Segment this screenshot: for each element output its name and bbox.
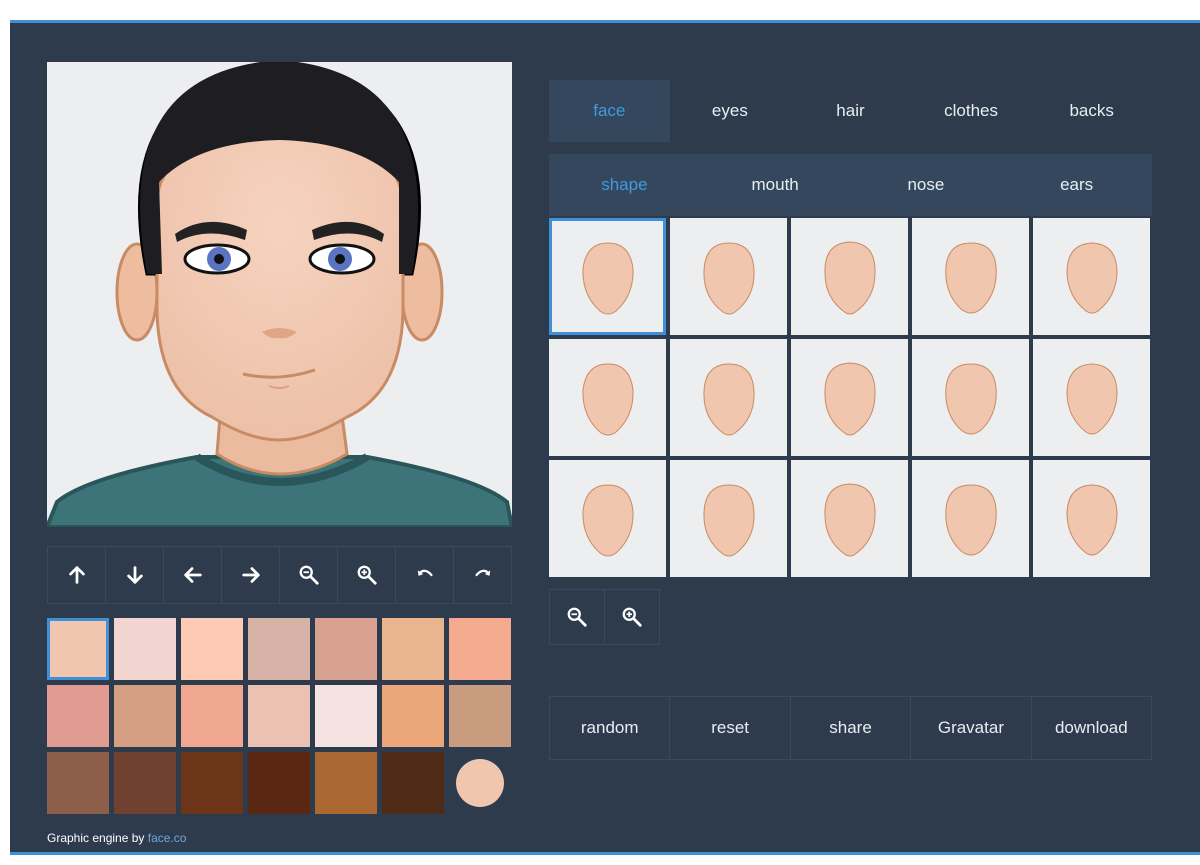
zoom-out-icon <box>567 607 587 627</box>
avatar-preview <box>47 62 512 527</box>
tab-hair[interactable]: hair <box>790 80 911 142</box>
move-down-button[interactable] <box>106 547 164 603</box>
face-shape-grid <box>549 218 1152 577</box>
zoom-out-button[interactable] <box>280 547 338 603</box>
face-shape-option[interactable] <box>1033 460 1150 577</box>
face-shape-option[interactable] <box>791 460 908 577</box>
skin-swatch[interactable] <box>248 752 310 814</box>
subtab-mouth[interactable]: mouth <box>700 154 851 216</box>
position-toolbar <box>47 546 512 604</box>
face-shape-icon <box>702 483 755 556</box>
zoom-out-icon <box>299 565 319 585</box>
shape-zoom-out-button[interactable] <box>550 590 605 644</box>
zoom-in-icon <box>622 607 642 627</box>
category-tabs: face eyes hair clothes backs <box>549 80 1152 142</box>
face-shape-icon <box>702 362 755 435</box>
skin-swatch[interactable] <box>47 618 109 680</box>
redo-button[interactable] <box>454 547 511 603</box>
face-shape-option[interactable] <box>1033 339 1150 456</box>
undo-button[interactable] <box>396 547 454 603</box>
skin-swatch[interactable] <box>248 685 310 747</box>
skin-swatch[interactable] <box>449 685 511 747</box>
face-shape-icon <box>823 361 876 435</box>
face-shape-icon <box>823 240 876 314</box>
skin-swatch[interactable] <box>47 752 109 814</box>
face-shape-icon <box>581 483 634 556</box>
random-button[interactable]: random <box>550 697 671 759</box>
face-shape-option[interactable] <box>670 460 787 577</box>
download-button[interactable]: download <box>1032 697 1151 759</box>
shape-zoom-in-button[interactable] <box>605 590 659 644</box>
face-shape-option[interactable] <box>912 339 1029 456</box>
shape-zoom-controls <box>549 589 660 645</box>
zoom-in-button[interactable] <box>338 547 396 603</box>
subtab-shape[interactable]: shape <box>549 154 700 216</box>
face-subtabs: shape mouth nose ears <box>549 154 1152 216</box>
tab-clothes[interactable]: clothes <box>911 80 1032 142</box>
face-shape-option[interactable] <box>670 218 787 335</box>
gravatar-button[interactable]: Gravatar <box>911 697 1032 759</box>
face-shape-icon <box>581 241 634 314</box>
face-shape-option[interactable] <box>791 218 908 335</box>
face-shape-icon <box>581 362 634 435</box>
move-right-button[interactable] <box>222 547 280 603</box>
face-shape-option[interactable] <box>912 460 1029 577</box>
skin-swatch[interactable] <box>315 752 377 814</box>
move-left-button[interactable] <box>164 547 222 603</box>
skin-swatch[interactable] <box>47 685 109 747</box>
zoom-in-icon <box>357 565 377 585</box>
skin-swatch[interactable] <box>382 618 444 680</box>
skin-swatch[interactable] <box>181 685 243 747</box>
skin-swatch[interactable] <box>114 752 176 814</box>
custom-color-picker[interactable] <box>449 752 511 814</box>
credit-text: Graphic engine by <box>47 831 148 845</box>
tab-face[interactable]: face <box>549 80 670 142</box>
subtab-ears[interactable]: ears <box>1001 154 1152 216</box>
face-shape-option[interactable] <box>1033 218 1150 335</box>
tab-eyes[interactable]: eyes <box>670 80 791 142</box>
skin-swatch[interactable] <box>382 752 444 814</box>
skin-swatch[interactable] <box>315 618 377 680</box>
face-shape-option[interactable] <box>670 339 787 456</box>
credit-line: Graphic engine by face.co <box>47 831 186 845</box>
arrow-down-icon <box>126 566 143 584</box>
face-shape-option[interactable] <box>912 218 1029 335</box>
skin-swatch[interactable] <box>181 752 243 814</box>
face-shape-icon <box>702 241 755 314</box>
skin-color-palette <box>47 618 512 814</box>
undo-icon <box>417 569 433 577</box>
arrow-left-icon <box>183 567 202 583</box>
face-shape-icon <box>1065 362 1118 434</box>
face-shape-icon <box>823 482 876 556</box>
arrow-up-icon <box>68 566 85 584</box>
face-shape-option[interactable] <box>549 218 666 335</box>
action-bar: random reset share Gravatar download <box>549 696 1152 760</box>
tab-backs[interactable]: backs <box>1031 80 1152 142</box>
redo-icon <box>474 569 490 577</box>
skin-swatch[interactable] <box>315 685 377 747</box>
skin-swatch[interactable] <box>114 685 176 747</box>
credit-link[interactable]: face.co <box>148 831 187 845</box>
skin-swatch[interactable] <box>449 618 511 680</box>
face-shape-option[interactable] <box>791 339 908 456</box>
face-shape-icon <box>944 483 997 555</box>
reset-button[interactable]: reset <box>670 697 791 759</box>
face-shape-option[interactable] <box>549 339 666 456</box>
skin-swatch[interactable] <box>114 618 176 680</box>
face-shape-icon <box>1065 483 1118 555</box>
face-shape-icon <box>944 241 997 313</box>
avatar-illustration <box>47 62 512 527</box>
face-shape-option[interactable] <box>549 460 666 577</box>
arrow-right-icon <box>241 567 260 583</box>
skin-swatch[interactable] <box>382 685 444 747</box>
face-shape-icon <box>1065 241 1118 313</box>
face-shape-icon <box>944 362 997 434</box>
skin-swatch[interactable] <box>181 618 243 680</box>
avatar-maker-app: Graphic engine by face.co face eyes hair… <box>10 20 1200 855</box>
move-up-button[interactable] <box>48 547 106 603</box>
share-button[interactable]: share <box>791 697 912 759</box>
color-picker-circle <box>456 759 504 807</box>
subtab-nose[interactable]: nose <box>851 154 1002 216</box>
skin-swatch[interactable] <box>248 618 310 680</box>
